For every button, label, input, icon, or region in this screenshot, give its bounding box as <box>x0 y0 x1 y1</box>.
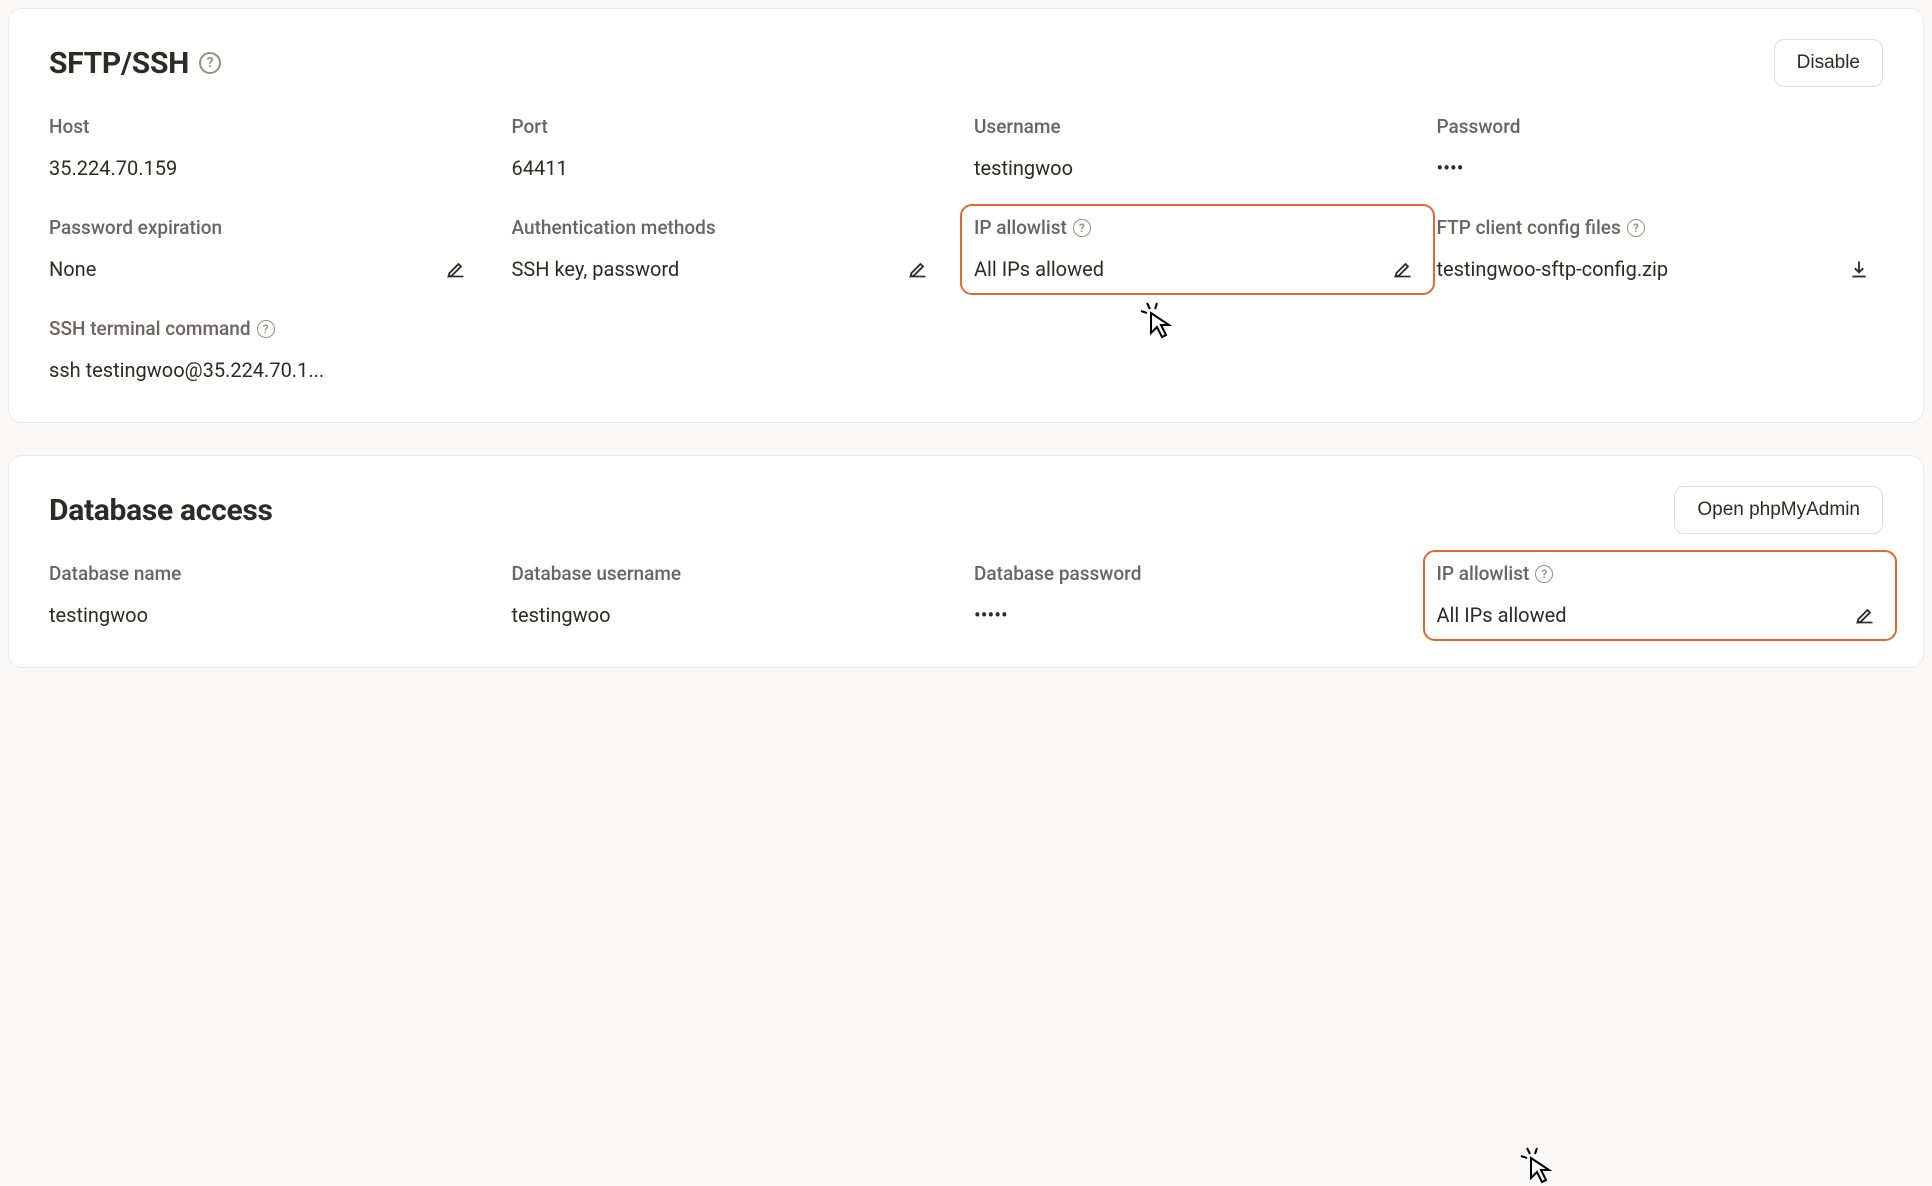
field-password-expiration: Password expiration None <box>49 216 496 281</box>
pw-exp-value: None <box>49 257 96 281</box>
database-access-card: Database access Open phpMyAdmin Database… <box>8 455 1924 668</box>
field-db-username: Database username testingwoo <box>512 562 959 627</box>
db-title: Database access <box>49 493 273 528</box>
ssh-cmd-value: ssh testingwoo@35.224.70.1... <box>49 358 496 382</box>
host-label: Host <box>49 115 496 138</box>
field-password: Password •••• <box>1437 115 1884 180</box>
field-port: Port 64411 <box>512 115 959 180</box>
port-label: Port <box>512 115 959 138</box>
field-db-ip-allowlist-highlighted: IP allowlist ? All IPs allowed <box>1423 550 1898 641</box>
pw-exp-label: Password expiration <box>49 216 496 239</box>
auth-value: SSH key, password <box>512 257 680 281</box>
ftp-config-value: testingwoo-sftp-config.zip <box>1437 257 1669 281</box>
host-value: 35.224.70.159 <box>49 156 496 180</box>
db-ip-value: All IPs allowed <box>1437 603 1567 627</box>
port-value: 64411 <box>512 156 959 180</box>
field-host: Host 35.224.70.159 <box>49 115 496 180</box>
help-icon[interactable]: ? <box>199 52 221 74</box>
username-label: Username <box>974 115 1421 138</box>
sftp-header: SFTP/SSH ? Disable <box>49 39 1883 87</box>
password-value: •••• <box>1437 156 1884 180</box>
field-db-password: Database password ••••• <box>974 562 1421 627</box>
auth-label: Authentication methods <box>512 216 959 239</box>
field-db-name: Database name testingwoo <box>49 562 496 627</box>
edit-icon[interactable] <box>1391 257 1415 281</box>
download-icon[interactable] <box>1847 257 1871 281</box>
db-name-value: testingwoo <box>49 603 496 627</box>
ip-allowlist-value: All IPs allowed <box>974 257 1104 281</box>
db-pw-value: ••••• <box>974 603 1421 627</box>
db-user-label: Database username <box>512 562 959 585</box>
edit-icon[interactable] <box>444 257 468 281</box>
field-username: Username testingwoo <box>974 115 1421 180</box>
help-icon[interactable]: ? <box>1535 565 1553 583</box>
sftp-title: SFTP/SSH <box>49 46 189 81</box>
ssh-cmd-label: SSH terminal command ? <box>49 317 496 340</box>
db-user-value: testingwoo <box>512 603 959 627</box>
field-auth-methods: Authentication methods SSH key, password <box>512 216 959 281</box>
db-ip-label: IP allowlist ? <box>1437 562 1884 585</box>
field-ip-allowlist-highlighted: IP allowlist ? All IPs allowed <box>960 204 1435 295</box>
username-value: testingwoo <box>974 156 1421 180</box>
db-name-label: Database name <box>49 562 496 585</box>
ip-allowlist-label: IP allowlist ? <box>974 216 1421 239</box>
help-icon[interactable]: ? <box>257 320 275 338</box>
db-header: Database access Open phpMyAdmin <box>49 486 1883 534</box>
sftp-ssh-card: SFTP/SSH ? Disable Host 35.224.70.159 Po… <box>8 8 1924 423</box>
edit-icon[interactable] <box>1853 603 1877 627</box>
db-pw-label: Database password <box>974 562 1421 585</box>
help-icon[interactable]: ? <box>1627 219 1645 237</box>
field-ssh-terminal-command: SSH terminal command ? ssh testingwoo@35… <box>49 317 496 382</box>
disable-button[interactable]: Disable <box>1774 39 1883 87</box>
help-icon[interactable]: ? <box>1073 219 1091 237</box>
field-ftp-config: FTP client config files ? testingwoo-sft… <box>1437 216 1884 281</box>
password-label: Password <box>1437 115 1884 138</box>
edit-icon[interactable] <box>906 257 930 281</box>
open-phpmyadmin-button[interactable]: Open phpMyAdmin <box>1674 486 1883 534</box>
ftp-config-label: FTP client config files ? <box>1437 216 1884 239</box>
cursor-click-annotation <box>1519 1146 1553 1180</box>
